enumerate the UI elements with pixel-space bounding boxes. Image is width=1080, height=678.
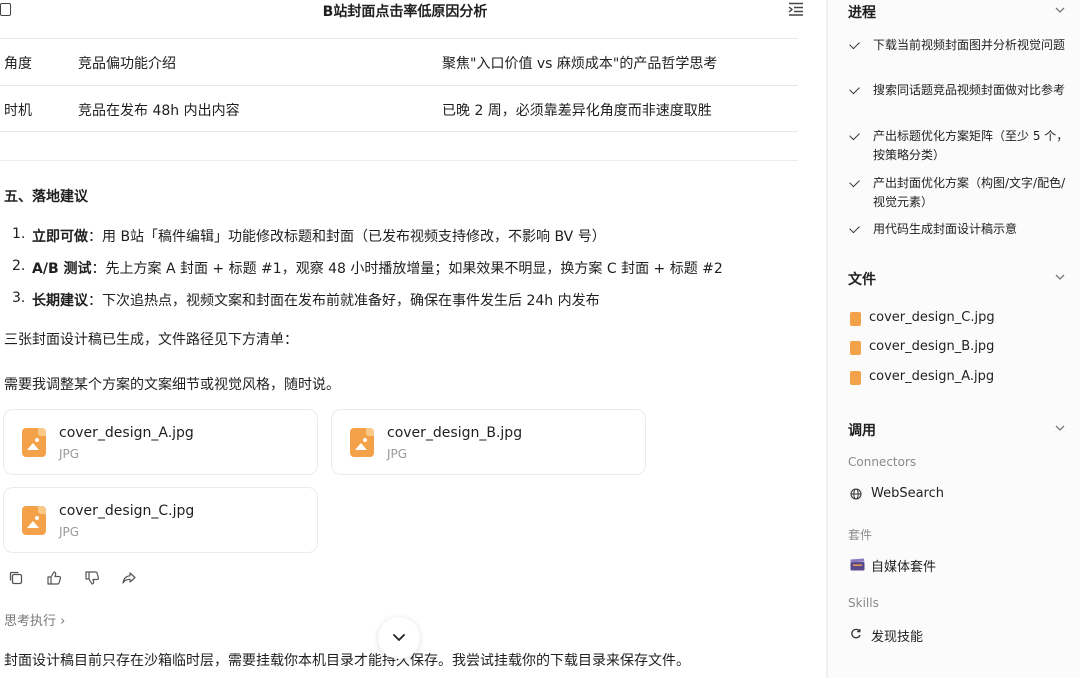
- refresh-icon: [851, 628, 861, 639]
- chevron-down-icon: [393, 634, 405, 642]
- chevron-down-icon[interactable]: [1055, 272, 1065, 282]
- task-item: 产出封面优化方案（构图/文字/配色/视觉元素）: [849, 174, 1070, 212]
- file-type: JPG: [59, 447, 80, 461]
- file-card-b[interactable]: cover_design_B.jpg JPG: [331, 409, 646, 475]
- page-title: B站封面点击率低原因分析: [322, 4, 488, 20]
- task-item: 产出标题优化方案矩阵（至少 5 个，按策略分类）: [849, 127, 1070, 165]
- image-file-icon: [22, 428, 46, 457]
- image-file-icon: [22, 506, 46, 535]
- task-item: 用代码生成封面设计稿示意: [849, 220, 1070, 239]
- table-cell: 聚焦"入口价值 vs 麻烦成本"的产品哲学思考: [442, 56, 718, 72]
- list-item-label: 立即可做: [32, 229, 88, 245]
- list-item-text: ：用 B站「稿件编辑」功能修改标题和封面（已发布视频支持修改，不影响 BV 号）: [88, 229, 606, 245]
- copy-icon[interactable]: [8, 570, 24, 586]
- check-icon: [849, 176, 860, 188]
- kits-label: 套件: [848, 528, 873, 542]
- chevron-down-icon[interactable]: [1055, 423, 1065, 433]
- list-item-label: 长期建议: [32, 293, 88, 309]
- image-file-icon: [850, 312, 861, 326]
- comparison-table: 角度 竞品偏功能介绍 聚焦"入口价值 vs 麻烦成本"的产品哲学思考 时机 竞品…: [0, 38, 798, 132]
- list-item-label: A/B 测试: [32, 261, 92, 277]
- thumbs-up-icon[interactable]: [46, 570, 62, 586]
- progress-section-title: 进程: [848, 5, 876, 21]
- outline-toggle-icon[interactable]: [788, 2, 804, 16]
- list-item-text: ：先上方案 A 封面 + 标题 #1，观察 48 小时播放增量；如果效果不明显，…: [91, 261, 723, 277]
- table-cell: 竞品在发布 48h 内出内容: [78, 103, 240, 119]
- thumbs-down-icon[interactable]: [84, 570, 100, 586]
- table-cell: 已晚 2 周，必须靠差异化角度而非速度取胜: [442, 103, 712, 119]
- table-row: 角度 竞品偏功能介绍 聚焦"入口价值 vs 麻烦成本"的产品哲学思考: [0, 38, 798, 85]
- chat-panel: B站封面点击率低原因分析 角度 竞品偏功能介绍 聚焦"入口价值 vs 麻烦成本"…: [0, 0, 826, 678]
- right-sidebar: 进程 下载当前视频封面图并分析视觉问题 搜索同话题竞品视频封面做对比参考 产出标…: [828, 0, 1080, 678]
- file-name: cover_design_C.jpg: [59, 503, 195, 519]
- list-number: 1.: [12, 226, 26, 242]
- skills-label: Skills: [848, 596, 879, 610]
- divider: [0, 160, 798, 161]
- list-item: 2. A/B 测试：先上方案 A 封面 + 标题 #1，观察 48 小时播放增量…: [12, 258, 812, 290]
- table-cell: 竞品偏功能介绍: [78, 56, 176, 72]
- image-file-icon: [350, 428, 374, 457]
- thinking-toggle[interactable]: 思考执行 ›: [4, 610, 65, 629]
- file-card-c[interactable]: cover_design_C.jpg JPG: [3, 487, 318, 553]
- task-item: 下载当前视频封面图并分析视觉问题: [849, 36, 1070, 74]
- chevron-down-icon[interactable]: [1055, 5, 1065, 15]
- file-type: JPG: [59, 525, 80, 539]
- check-icon: [849, 38, 860, 50]
- table-row: 时机 竞品在发布 48h 内出内容 已晚 2 周，必须靠差异化角度而非速度取胜: [0, 85, 798, 132]
- task-item: 搜索同话题竞品视频封面做对比参考: [849, 81, 1070, 119]
- message-paragraph: 封面设计稿目前只存在沙箱临时层，需要挂载你本机目录才能持久保存。我尝试挂载你的下…: [4, 653, 690, 669]
- chat-header: B站封面点击率低原因分析: [0, 0, 810, 22]
- scroll-to-bottom-button[interactable]: [378, 617, 420, 659]
- check-icon: [849, 222, 860, 234]
- clapperboard-icon: [850, 558, 865, 571]
- image-file-icon: [850, 341, 861, 355]
- list-item-text: ：下次追热点，视频文案和封面在发布前就准备好，确保在事件发生后 24h 内发布: [88, 293, 600, 309]
- files-section-title: 文件: [848, 272, 876, 288]
- image-file-icon: [850, 371, 861, 385]
- file-name: cover_design_A.jpg: [59, 425, 194, 441]
- file-name: cover_design_B.jpg: [387, 425, 523, 441]
- recommendation-list: 1. 立即可做：用 B站「稿件编辑」功能修改标题和封面（已发布视频支持修改，不影…: [12, 226, 812, 322]
- connectors-label: Connectors: [848, 455, 917, 469]
- file-type: JPG: [387, 447, 408, 461]
- check-icon: [849, 83, 860, 95]
- table-cell: 时机: [4, 103, 32, 119]
- calls-section-title: 调用: [848, 423, 876, 439]
- list-item: 3. 长期建议：下次追热点，视频文案和封面在发布前就准备好，确保在事件发生后 2…: [12, 290, 812, 322]
- share-icon[interactable]: [121, 570, 137, 586]
- list-item: 1. 立即可做：用 B站「稿件编辑」功能修改标题和封面（已发布视频支持修改，不影…: [12, 226, 812, 258]
- message-paragraph: 三张封面设计稿已生成，文件路径见下方清单：: [4, 332, 298, 348]
- list-number: 2.: [12, 258, 26, 274]
- check-icon: [849, 129, 860, 141]
- table-cell: 角度: [4, 56, 32, 72]
- section-title: 五、落地建议: [4, 189, 88, 205]
- globe-icon: [850, 488, 862, 500]
- list-number: 3.: [12, 290, 26, 306]
- file-card-a[interactable]: cover_design_A.jpg JPG: [3, 409, 318, 475]
- message-paragraph: 需要我调整某个方案的文案细节或视觉风格，随时说。: [4, 377, 340, 393]
